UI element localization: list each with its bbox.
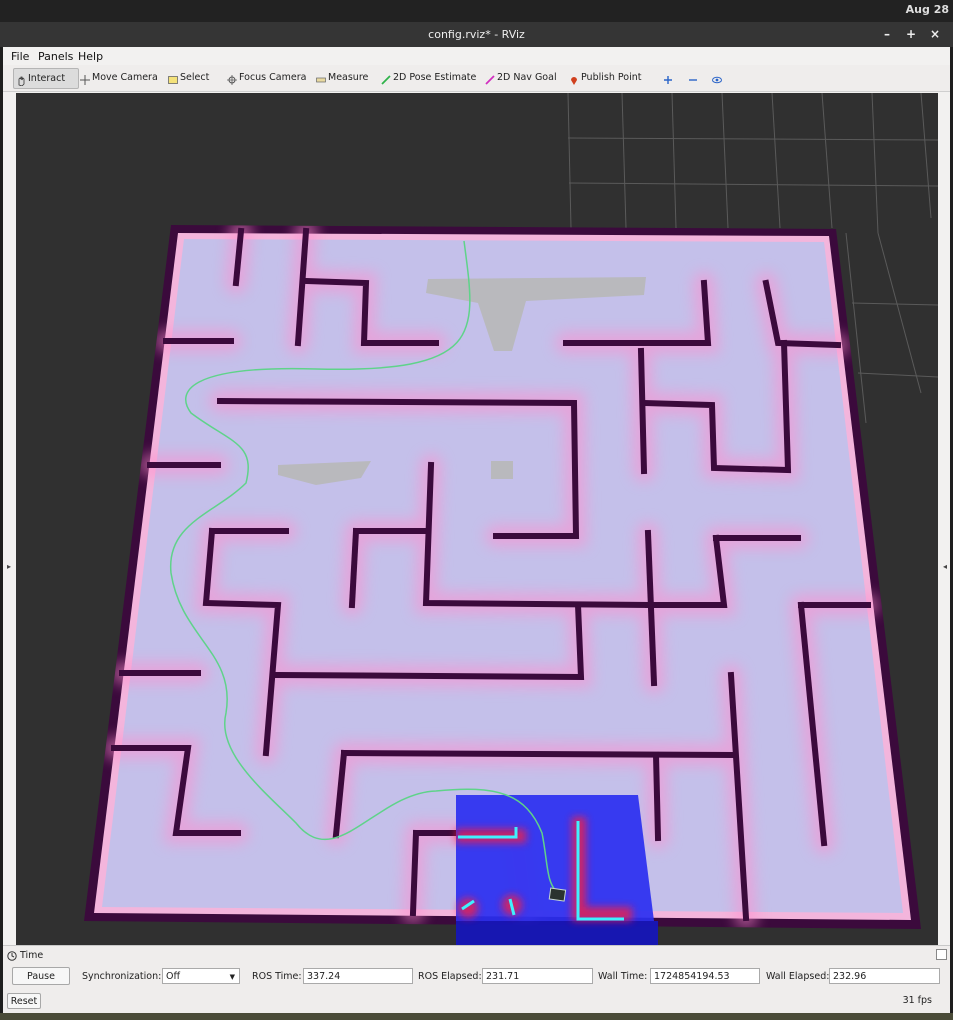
time-panel-header: Time	[7, 950, 43, 961]
ros-time-field[interactable]: 337.24	[303, 968, 413, 984]
map-render	[84, 93, 938, 987]
right-dock-handle[interactable]: ◂	[943, 562, 947, 571]
maximize-button[interactable]: +	[903, 26, 919, 42]
panel-float-button[interactable]	[936, 949, 947, 960]
3d-viewport[interactable]	[16, 93, 938, 987]
focus-camera-label: Focus Camera	[239, 72, 307, 83]
ros-elapsed-field[interactable]: 231.71	[482, 968, 593, 984]
pose-estimate-label: 2D Pose Estimate	[393, 72, 477, 83]
select-icon	[168, 73, 178, 84]
robot-marker	[548, 887, 567, 902]
minus-icon	[688, 73, 698, 83]
window-title: config.rviz* - RViz	[428, 28, 525, 41]
nav-goal-label: 2D Nav Goal	[497, 72, 557, 83]
sync-select[interactable]: Off ▼	[162, 968, 240, 984]
ros-time-label: ROS Time:	[252, 971, 302, 982]
tool-bar: Interact Move Camera Select Focus Camera…	[3, 65, 950, 92]
pause-button[interactable]: Pause	[12, 967, 70, 985]
hand-icon	[16, 74, 26, 86]
green-arrow-icon	[381, 73, 391, 85]
publish-point-tool[interactable]: Publish Point	[569, 68, 641, 87]
sync-value: Off	[166, 971, 181, 982]
wall-time-label: Wall Time:	[598, 971, 648, 982]
wall-elapsed-label: Wall Elapsed:	[766, 971, 830, 982]
ruler-icon	[316, 73, 326, 83]
dropdown-arrow-icon: ▼	[229, 973, 235, 981]
focus-icon	[227, 73, 237, 85]
rviz-window: File Panels Help Interact Move Camera Se…	[3, 47, 950, 1014]
desktop-strip	[0, 1013, 953, 1020]
menu-bar: File Panels Help	[3, 47, 950, 65]
time-panel: Time Pause Synchronization: Off ▼ ROS Ti…	[3, 945, 950, 1014]
wall-time-field[interactable]: 1724854194.53	[650, 968, 760, 984]
pose-estimate-tool[interactable]: 2D Pose Estimate	[381, 68, 476, 87]
system-date: Aug 28	[905, 3, 949, 16]
add-tool-button[interactable]	[663, 68, 675, 87]
window-titlebar: config.rviz* - RViz – + ×	[0, 22, 953, 47]
measure-tool[interactable]: Measure	[316, 68, 368, 87]
menu-panels[interactable]: Panels	[38, 50, 73, 63]
move-camera-label: Move Camera	[92, 72, 158, 83]
move-camera-tool[interactable]: Move Camera	[80, 68, 158, 87]
system-top-bar: Aug 28	[0, 0, 953, 22]
focus-camera-tool[interactable]: Focus Camera	[227, 68, 306, 87]
publish-point-label: Publish Point	[581, 72, 642, 83]
remove-tool-button[interactable]	[688, 68, 700, 87]
eye-icon	[712, 73, 722, 83]
select-label: Select	[180, 72, 210, 83]
clock-icon	[7, 950, 17, 961]
interact-label: Interact	[28, 73, 66, 84]
close-button[interactable]: ×	[927, 26, 943, 42]
move-icon	[80, 73, 90, 85]
plus-icon	[663, 73, 673, 84]
menu-file[interactable]: File	[11, 50, 29, 63]
left-dock-handle[interactable]: ▸	[7, 562, 11, 571]
view-options-button[interactable]	[712, 68, 724, 87]
sync-label: Synchronization:	[82, 971, 162, 982]
interact-tool[interactable]: Interact	[13, 68, 79, 89]
fps-readout: 31 fps	[902, 995, 932, 1006]
menu-help[interactable]: Help	[78, 50, 103, 63]
wall-elapsed-field[interactable]: 232.96	[829, 968, 940, 984]
select-tool[interactable]: Select	[168, 68, 209, 87]
measure-label: Measure	[328, 72, 369, 83]
ros-elapsed-label: ROS Elapsed:	[418, 971, 482, 982]
map-pin-icon	[569, 73, 579, 85]
magenta-arrow-icon	[485, 73, 495, 85]
time-panel-title: Time	[20, 950, 44, 961]
nav-goal-tool[interactable]: 2D Nav Goal	[485, 68, 557, 87]
minimize-button[interactable]: –	[879, 26, 895, 42]
reset-button[interactable]: Reset	[7, 993, 41, 1009]
